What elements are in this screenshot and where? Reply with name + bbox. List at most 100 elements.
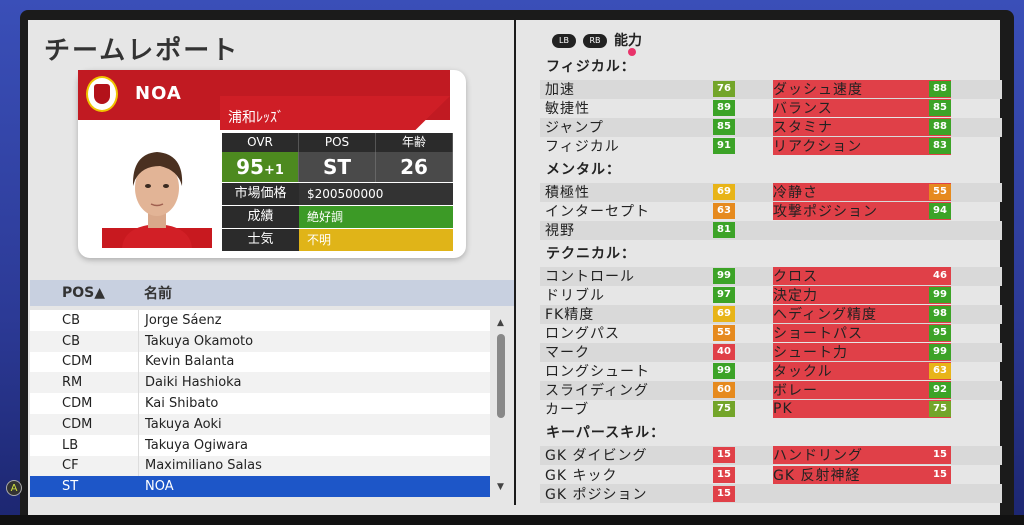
row-name: Takuya Aoki [138, 413, 490, 435]
list-item[interactable]: CB Takuya Okamoto [30, 330, 490, 352]
attribute-name: GK キック [545, 467, 618, 484]
attribute-value-badge: 75 [713, 401, 735, 417]
attribute-name: コントロール [545, 269, 635, 285]
attribute-value-badge: 91 [713, 138, 735, 154]
attribute-row: 加速 76 [545, 80, 735, 98]
row-pos: CDM [62, 354, 93, 370]
attribute-value-badge: 83 [929, 138, 951, 154]
attribute-value-badge: 85 [929, 100, 951, 116]
section-mental: メンタル： [546, 162, 621, 178]
list-item[interactable]: CDM Kai Shibato [30, 393, 490, 414]
attribute-name: ボレー [773, 383, 818, 399]
list-header: POS▲ 名前 [30, 280, 514, 306]
attribute-value-badge: 63 [713, 203, 735, 219]
row-pos: RM [62, 375, 83, 391]
attribute-row: 冷静さ 55 [773, 183, 951, 201]
row-name: Daiki Hashioka [138, 372, 490, 394]
list-item[interactable]: LB Takuya Ogiwara [30, 434, 490, 456]
attribute-name: ロングシュート [545, 364, 650, 380]
attribute-value-badge: 75 [929, 401, 951, 417]
attribute-name: マーク [545, 345, 590, 361]
player-stats-table: OVR POS 年齢 95+1 ST 26 市場価格 $200500000 成績… [222, 133, 453, 251]
attribute-name: バランス [773, 101, 833, 117]
rb-button-icon[interactable]: RB [583, 34, 607, 48]
attribute-row: シュート力 99 [773, 343, 951, 361]
attribute-value-badge: 69 [713, 184, 735, 200]
list-item[interactable]: CB Jorge Sáenz [30, 310, 490, 331]
row-name: Maximiliano Salas [138, 455, 490, 477]
attribute-name: PK [773, 401, 793, 417]
ovr-value: 95+1 [222, 152, 299, 182]
attribute-row: カーブ 75 [545, 400, 735, 418]
attribute-row: ドリブル 97 [545, 286, 735, 304]
list-item-selected[interactable]: ST NOA [30, 476, 490, 498]
name-header[interactable]: 名前 [140, 283, 172, 303]
pos-value: ST [299, 152, 376, 182]
attribute-value-badge: 60 [713, 382, 735, 398]
sort-pos-header[interactable]: POS▲ [30, 285, 140, 301]
attribute-value-badge: 88 [929, 81, 951, 97]
attribute-row: ヘディング精度 98 [773, 305, 951, 323]
pos-header: POS [299, 133, 376, 152]
list-item[interactable]: CDM Kevin Balanta [30, 351, 490, 373]
attribute-name: 積極性 [545, 185, 590, 201]
attribute-value-badge: 85 [713, 119, 735, 135]
attribute-name: ハンドリング [773, 448, 863, 464]
attribute-name: 敏捷性 [545, 101, 590, 117]
panel-divider [514, 20, 516, 505]
row-name: Kai Shibato [138, 393, 490, 414]
club-name: 浦和ﾚｯｽﾞ [228, 110, 284, 126]
attribute-name: 加速 [545, 82, 575, 98]
market-label: 市場価格 [222, 183, 299, 205]
attribute-row: GK キック 15 [545, 466, 735, 484]
attribute-name: タックル [773, 364, 833, 380]
attribute-value-badge: 69 [713, 306, 735, 322]
attribute-row: クロス 46 [773, 267, 951, 285]
attribute-name: フィジカル [545, 139, 620, 155]
attribute-row: スタミナ 88 [773, 118, 951, 136]
attribute-row: ボレー 92 [773, 381, 951, 399]
attribute-name: ドリブル [545, 288, 605, 304]
list-item[interactable]: CDM Takuya Aoki [30, 413, 490, 435]
row-name: Takuya Okamoto [138, 330, 490, 352]
scroll-up-icon[interactable]: ▲ [497, 318, 504, 328]
a-button-icon: A [6, 480, 22, 496]
club-crest-icon [86, 76, 118, 112]
attribute-name: GK ダイビング [545, 448, 648, 464]
row-pos: CF [62, 458, 79, 474]
attribute-row: タックル 63 [773, 362, 951, 380]
ovr-bonus: +1 [263, 163, 284, 178]
attribute-value-badge: 89 [713, 100, 735, 116]
row-name: NOA [138, 476, 490, 498]
attribute-value-badge: 63 [929, 363, 951, 379]
scroll-down-icon[interactable]: ▼ [497, 482, 504, 492]
attribute-value-badge: 99 [929, 287, 951, 303]
attribute-row: フィジカル 91 [545, 137, 735, 155]
attribute-row: 敏捷性 89 [545, 99, 735, 117]
list-item[interactable]: RM Daiki Hashioka [30, 372, 490, 394]
attribute-name: カーブ [545, 402, 590, 418]
attribute-value-badge: 88 [929, 119, 951, 135]
player-name: NOA [135, 83, 182, 104]
attribute-row: マーク 40 [545, 343, 735, 361]
section-goalkeeping: キーパースキル： [546, 425, 666, 441]
attribute-value-badge: 15 [713, 466, 735, 483]
row-pos: CB [62, 333, 80, 349]
row-pos: CDM [62, 416, 93, 432]
player-list: CB Jorge Sáenz CB Takuya Okamoto CDM Kevin … [30, 310, 490, 498]
attribute-value-badge: 99 [713, 268, 735, 284]
attribute-value-badge: 15 [713, 447, 735, 463]
attribute-value-badge: 55 [929, 184, 951, 200]
list-item[interactable]: CF Maximiliano Salas [30, 455, 490, 477]
attribute-value-badge: 94 [929, 203, 951, 219]
tab-ability[interactable]: 能力 [614, 30, 642, 50]
attribute-name: GK ポジション [545, 487, 648, 503]
list-scrollbar[interactable] [497, 334, 505, 418]
lb-button-icon[interactable]: LB [552, 34, 576, 48]
market-value: $200500000 [299, 183, 453, 205]
attribute-row: ダッシュ速度 88 [773, 80, 951, 98]
attribute-name: 攻撃ポジション [773, 204, 878, 220]
page-title: チームレポート [44, 36, 240, 66]
row-pos: LB [62, 437, 79, 453]
attribute-name: ショートパス [773, 326, 863, 342]
